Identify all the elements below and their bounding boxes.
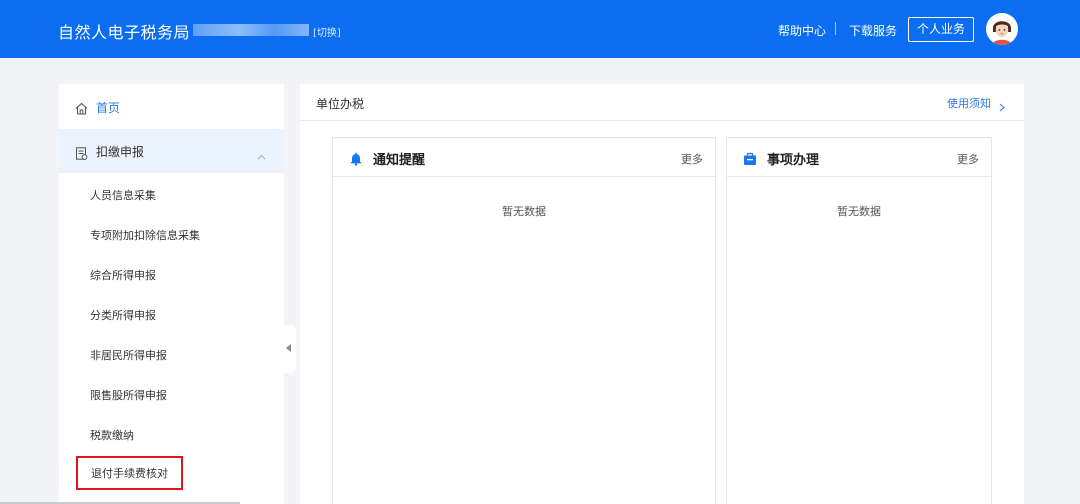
page-title: 单位办税: [316, 97, 365, 111]
personal-business-button[interactable]: 个人业务: [908, 17, 974, 42]
masked-user-name: [193, 24, 309, 36]
notification-card: 通知提醒 更多 暂无数据: [332, 137, 716, 504]
sidebar-subitem[interactable]: 非居民所得申报: [90, 347, 167, 363]
more-link[interactable]: 更多: [681, 151, 703, 167]
empty-state: 暂无数据: [502, 205, 546, 218]
chevron-up-icon[interactable]: [257, 145, 266, 164]
sidebar-item-label: 首页: [96, 101, 121, 115]
sidebar: 首页 扣缴申报 人员信息采集 专项附加扣除信息采集 综合所得申报 分类所得申报 …: [59, 84, 284, 504]
card-title: 通知提醒: [373, 153, 426, 168]
app-title: 自然人电子税务局: [58, 23, 191, 42]
sidebar-item-label: 扣缴申报: [96, 145, 145, 159]
chevron-right-icon[interactable]: [999, 97, 1005, 116]
document-icon: [75, 145, 88, 164]
sidebar-subitem[interactable]: 专项附加扣除信息采集: [90, 227, 200, 243]
bell-icon: [349, 151, 363, 170]
sidebar-collapse-toggle[interactable]: [284, 325, 296, 373]
top-bar: 自然人电子税务局 [切换] 帮助中心 下载服务 个人业务: [0, 0, 1080, 58]
sidebar-subitem[interactable]: 综合所得申报: [90, 267, 156, 283]
caret-left-icon: [286, 344, 291, 352]
briefcase-icon: [743, 151, 757, 170]
card-title: 事项办理: [767, 153, 820, 168]
card-header: 事项办理 更多: [727, 138, 991, 177]
usage-notice-link[interactable]: 使用须知: [947, 95, 991, 111]
card-header: 通知提醒 更多: [333, 138, 715, 177]
switch-link[interactable]: [切换]: [313, 24, 341, 39]
sidebar-subitem[interactable]: 分类所得申报: [90, 307, 156, 323]
sidebar-subitem[interactable]: 人员信息采集: [90, 187, 156, 203]
empty-state: 暂无数据: [837, 205, 881, 218]
sidebar-item-home[interactable]: 首页: [59, 84, 284, 129]
more-link[interactable]: 更多: [957, 151, 979, 167]
avatar[interactable]: [986, 13, 1018, 45]
sidebar-subitem[interactable]: 限售股所得申报: [90, 387, 167, 403]
sidebar-subitem[interactable]: 税款缴纳: [90, 427, 134, 443]
download-service-link[interactable]: 下载服务: [849, 22, 897, 39]
user-avatar-icon: [986, 13, 1018, 45]
divider: [835, 22, 836, 35]
sidebar-subitem-highlighted[interactable]: 退付手续费核对: [76, 456, 183, 490]
task-card: 事项办理 更多 暂无数据: [726, 137, 992, 504]
home-icon: [75, 100, 88, 119]
panel-header: 单位办税 使用须知: [300, 84, 1024, 121]
help-center-link[interactable]: 帮助中心: [778, 22, 826, 39]
main-panel: 单位办税 使用须知 通知提醒 更多 暂无数据 事项办理 更多 暂无数据: [300, 84, 1024, 504]
sidebar-item-withholding-declaration[interactable]: 扣缴申报: [59, 129, 284, 173]
